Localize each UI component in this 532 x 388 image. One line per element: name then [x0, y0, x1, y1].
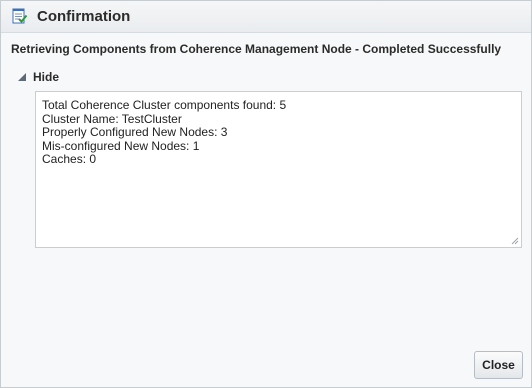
- close-button[interactable]: Close: [474, 351, 523, 379]
- details-line-cluster-name: Cluster Name: TestCluster: [42, 111, 182, 126]
- status-message: Retrieving Components from Coherence Man…: [11, 42, 502, 56]
- hide-toggle[interactable]: Hide: [17, 70, 59, 84]
- triangle-expanded-icon: [18, 73, 26, 81]
- confirmation-dialog: Confirmation Retrieving Components from …: [0, 0, 532, 388]
- dialog-title: Confirmation: [37, 8, 131, 25]
- hide-toggle-label: Hide: [33, 70, 60, 84]
- resize-grip-icon[interactable]: [511, 237, 519, 245]
- details-line-misconfigured-nodes: Mis-configured New Nodes: 1: [42, 138, 200, 153]
- dialog-titlebar: Confirmation: [1, 1, 531, 33]
- checklist-icon: [12, 8, 27, 24]
- details-line-configured-nodes: Properly Configured New Nodes: 3: [42, 125, 228, 139]
- details-textarea[interactable]: Total Coherence Cluster components found…: [35, 91, 522, 248]
- details-line-components: Total Coherence Cluster components found…: [42, 98, 287, 112]
- details-line-caches: Caches: 0: [42, 152, 97, 166]
